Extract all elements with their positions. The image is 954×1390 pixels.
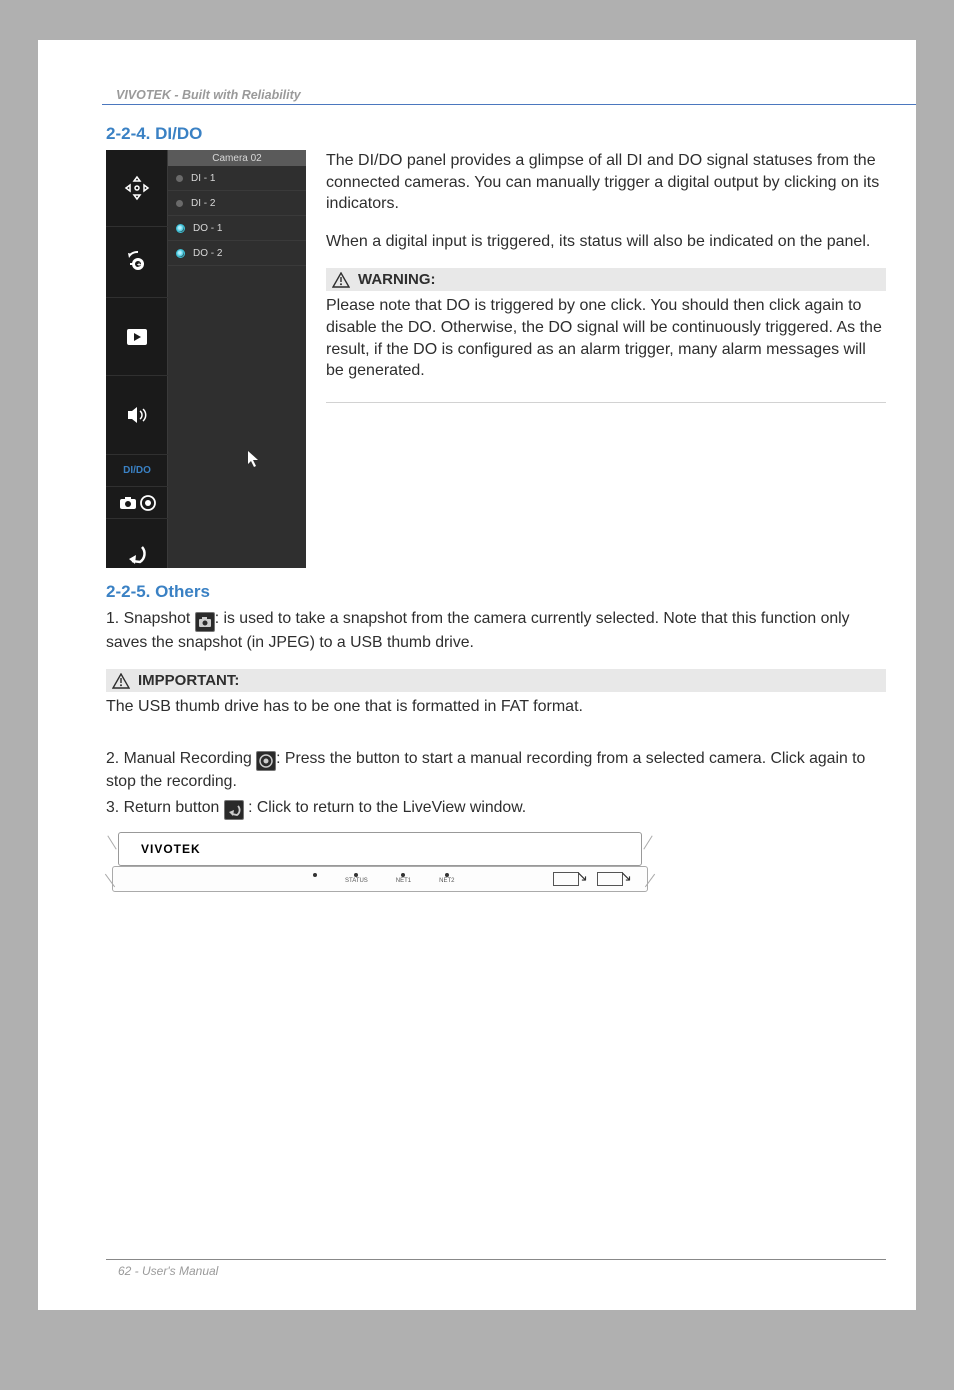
preset-button[interactable]: + bbox=[106, 227, 168, 298]
device-logo: VIVOTEK bbox=[119, 842, 201, 856]
section-2-2-4-text: The DI/DO panel provides a glimpse of al… bbox=[326, 150, 886, 415]
item1-suffix: : is used to take a snapshot from the ca… bbox=[106, 610, 850, 651]
arrow-icon: ↘ bbox=[620, 868, 632, 885]
item3-prefix: 3. Return button bbox=[106, 799, 224, 816]
page: VIVOTEK - Built with Reliability 2-2-4. … bbox=[38, 40, 916, 1310]
divider bbox=[326, 402, 886, 403]
snapshot-camera-icon bbox=[195, 612, 215, 632]
usb-ports: ↘ ↘ bbox=[553, 872, 623, 886]
status-led: STATUS bbox=[345, 873, 368, 884]
return-arrow-icon bbox=[124, 543, 150, 565]
usb-port-2: ↘ bbox=[597, 872, 623, 886]
section-2-2-5-title: 2-2-5. Others bbox=[106, 582, 886, 602]
content-area: 2-2-4. DI/DO + bbox=[106, 124, 886, 898]
dido-panel-sidebar: + DI/DO bbox=[106, 150, 168, 568]
dido-panel-list: Camera 02 DI - 1 DI - 2 DO - 1 bbox=[168, 150, 306, 568]
status-led-label: STATUS bbox=[345, 878, 368, 884]
para-1: The DI/DO panel provides a glimpse of al… bbox=[326, 150, 886, 215]
header-bar: VIVOTEK - Built with Reliability bbox=[102, 88, 916, 105]
status-dot-active-icon bbox=[176, 224, 185, 233]
net2-led-label: NET2 bbox=[439, 878, 454, 884]
di-2-label: DI - 2 bbox=[191, 198, 215, 209]
warning-triangle-icon bbox=[332, 272, 350, 288]
do-1-row[interactable]: DO - 1 bbox=[168, 216, 306, 241]
di-1-row[interactable]: DI - 1 bbox=[168, 166, 306, 191]
important-box: IMPPORTANT: bbox=[106, 669, 886, 692]
record-icon bbox=[140, 495, 156, 511]
important-label: IMPPORTANT: bbox=[138, 672, 239, 689]
play-icon bbox=[127, 329, 147, 345]
perspective-line bbox=[107, 835, 116, 849]
status-dot-active-icon bbox=[176, 249, 185, 258]
list-item-1: 1. Snapshot : is used to take a snapshot… bbox=[106, 608, 886, 654]
dido-panel-figure: + DI/DO bbox=[106, 150, 306, 568]
do-2-row[interactable]: DO - 2 bbox=[168, 241, 306, 266]
list-item-3: 3. Return button : Click to return to th… bbox=[106, 797, 886, 820]
snapshot-icon-btn[interactable] bbox=[119, 496, 137, 510]
section-2-2-4-title: 2-2-4. DI/DO bbox=[106, 124, 886, 144]
section-2-2-4-row: + DI/DO bbox=[106, 150, 886, 568]
preset-icon: + bbox=[124, 249, 150, 275]
svg-text:+: + bbox=[137, 262, 141, 269]
footer-text: 62 - User's Manual bbox=[106, 1264, 886, 1278]
important-text: The USB thumb drive has to be one that i… bbox=[106, 696, 886, 718]
item2-prefix: 2. Manual Recording bbox=[106, 750, 256, 767]
arrow-icon: ↘ bbox=[576, 868, 588, 885]
manual-record-icon bbox=[256, 751, 276, 771]
header-text: VIVOTEK - Built with Reliability bbox=[102, 88, 916, 102]
device-front-face: STATUS NET1 NET2 ↘ ↘ bbox=[112, 866, 648, 892]
power-led bbox=[313, 873, 317, 884]
device-status-leds: STATUS NET1 NET2 bbox=[313, 873, 454, 884]
speaker-icon bbox=[126, 405, 148, 425]
item3-suffix: : Click to return to the LiveView window… bbox=[244, 799, 526, 816]
usb-port-1: ↘ bbox=[553, 872, 579, 886]
warning-label: WARNING: bbox=[358, 271, 436, 288]
item1-prefix: 1. Snapshot bbox=[106, 610, 195, 627]
list-item-2: 2. Manual Recording : Press the button t… bbox=[106, 748, 886, 793]
ptz-button[interactable] bbox=[106, 150, 168, 227]
status-dot-icon bbox=[176, 200, 183, 207]
device-illustration: VIVOTEK STATUS NET1 NET2 ↘ ↘ bbox=[106, 828, 654, 898]
play-button[interactable] bbox=[106, 298, 168, 376]
return-button[interactable] bbox=[106, 519, 168, 589]
para-2: When a digital input is triggered, its s… bbox=[326, 231, 886, 253]
status-dot-icon bbox=[176, 175, 183, 182]
perspective-line bbox=[643, 835, 652, 849]
warning-box: WARNING: bbox=[326, 268, 886, 291]
net1-led: NET1 bbox=[396, 873, 411, 884]
di-1-label: DI - 1 bbox=[191, 173, 215, 184]
do-1-label: DO - 1 bbox=[193, 223, 222, 234]
warning-triangle-icon bbox=[112, 673, 130, 689]
dido-tab[interactable]: DI/DO bbox=[106, 455, 168, 487]
device-top-face: VIVOTEK bbox=[118, 832, 642, 866]
cursor-icon bbox=[246, 450, 260, 468]
do-2-label: DO - 2 bbox=[193, 248, 222, 259]
dido-tab-label: DI/DO bbox=[123, 465, 151, 476]
snapshot-record-row bbox=[106, 487, 168, 519]
warning-text: Please note that DO is triggered by one … bbox=[326, 295, 886, 381]
net2-led: NET2 bbox=[439, 873, 454, 884]
footer: 62 - User's Manual bbox=[106, 1259, 886, 1278]
return-icon-inline bbox=[224, 800, 244, 820]
record-icon-btn[interactable] bbox=[140, 495, 156, 511]
di-2-row[interactable]: DI - 2 bbox=[168, 191, 306, 216]
ptz-arrows-icon bbox=[122, 173, 152, 203]
net1-led-label: NET1 bbox=[396, 878, 411, 884]
camera-header: Camera 02 bbox=[168, 150, 306, 166]
speaker-button[interactable] bbox=[106, 376, 168, 455]
camera-icon bbox=[119, 496, 137, 510]
